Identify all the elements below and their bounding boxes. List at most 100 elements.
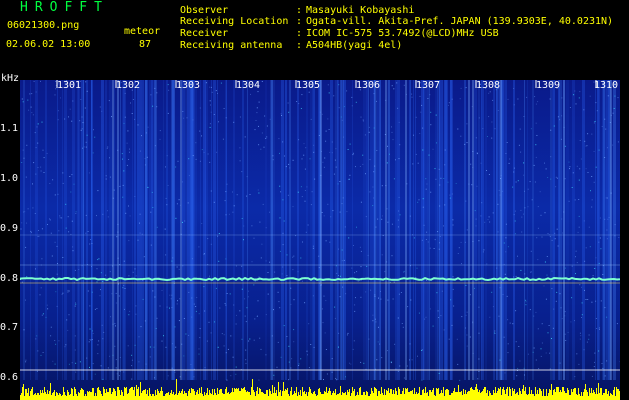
noise-dot <box>564 311 566 313</box>
noise-dot <box>87 290 89 292</box>
level-bar <box>385 395 386 400</box>
noise-dot <box>451 324 453 326</box>
noise-dot <box>154 87 156 89</box>
noise-streak <box>286 80 287 380</box>
level-bar <box>349 389 350 400</box>
noise-dot <box>551 270 553 272</box>
noise-dot <box>244 315 246 317</box>
noise-dot <box>174 371 176 373</box>
noise-streak <box>397 80 400 380</box>
noise-dot <box>448 338 450 340</box>
noise-dot <box>195 306 197 307</box>
level-bar <box>320 392 321 400</box>
level-bar <box>464 394 465 400</box>
noise-dot <box>342 286 344 288</box>
level-bar <box>556 387 557 400</box>
level-bar <box>413 394 414 400</box>
noise-dot <box>373 171 375 173</box>
noise-dot <box>482 128 484 130</box>
noise-streak <box>62 80 63 380</box>
noise-dot <box>182 111 184 112</box>
level-bar <box>264 394 265 400</box>
noise-dot <box>216 151 218 153</box>
noise-dot <box>287 194 289 196</box>
level-bar <box>400 394 401 400</box>
noise-dot <box>430 191 432 193</box>
level-bar <box>544 396 545 400</box>
noise-dot <box>537 328 539 330</box>
noise-dot <box>517 367 519 369</box>
noise-dot <box>244 136 246 138</box>
noise-dot <box>115 302 117 304</box>
noise-dot <box>596 328 598 329</box>
noise-dot <box>243 225 245 227</box>
noise-dot <box>398 226 399 228</box>
level-bar <box>293 394 294 400</box>
noise-streak <box>532 80 534 380</box>
noise-streak <box>450 80 452 380</box>
noise-dot <box>209 126 211 128</box>
noise-dot <box>114 345 116 347</box>
level-bar <box>503 387 504 400</box>
level-bar <box>425 387 426 400</box>
level-bar <box>143 390 144 400</box>
noise-dot <box>398 210 400 212</box>
level-bar <box>363 392 364 400</box>
noise-streak <box>73 80 75 380</box>
level-bar <box>236 388 237 400</box>
noise-dot <box>257 91 259 93</box>
level-bar <box>416 392 417 400</box>
noise-dot <box>107 146 109 148</box>
level-bar <box>217 388 218 400</box>
noise-dot <box>188 175 190 177</box>
noise-dot <box>369 191 371 193</box>
noise-dot <box>555 186 557 188</box>
noise-dot <box>84 107 86 109</box>
level-bar <box>610 393 611 400</box>
noise-dot <box>397 107 399 109</box>
noise-dot <box>123 371 125 373</box>
noise-dot <box>214 321 215 323</box>
level-bar <box>407 388 408 400</box>
noise-dot <box>167 84 169 86</box>
noise-streak <box>494 80 495 380</box>
noise-dot <box>537 259 539 261</box>
noise-dot <box>151 191 153 193</box>
noise-dot <box>177 160 179 162</box>
noise-dot <box>265 227 267 229</box>
noise-dot <box>372 314 374 316</box>
noise-streak <box>341 80 342 380</box>
noise-dot <box>461 316 463 318</box>
noise-dot <box>56 305 58 307</box>
noise-dot <box>97 259 99 261</box>
noise-streak <box>505 80 507 380</box>
noise-dot <box>145 363 147 365</box>
noise-dot <box>293 299 295 301</box>
level-bar <box>518 395 519 400</box>
noise-dot <box>550 178 552 180</box>
level-bar <box>221 389 222 400</box>
level-bar <box>512 388 513 400</box>
noise-dot <box>481 202 483 204</box>
noise-dot <box>486 170 487 171</box>
level-bar <box>521 394 522 400</box>
noise-dot <box>266 136 268 138</box>
noise-streak <box>465 80 466 380</box>
level-bar <box>133 390 134 400</box>
level-bar <box>444 396 445 400</box>
noise-dot <box>87 231 89 232</box>
noise-dot <box>251 261 253 263</box>
noise-dot <box>26 144 28 146</box>
level-bar <box>547 396 548 400</box>
noise-dot <box>375 318 376 320</box>
noise-dot <box>166 306 168 308</box>
level-bar <box>366 391 367 400</box>
noise-dot <box>209 86 211 88</box>
noise-dot <box>508 162 510 164</box>
noise-streak <box>405 80 407 380</box>
noise-dot <box>474 287 475 289</box>
level-bar <box>480 393 481 400</box>
level-bar <box>163 396 164 400</box>
noise-dot <box>418 312 420 314</box>
noise-dot <box>346 211 348 213</box>
